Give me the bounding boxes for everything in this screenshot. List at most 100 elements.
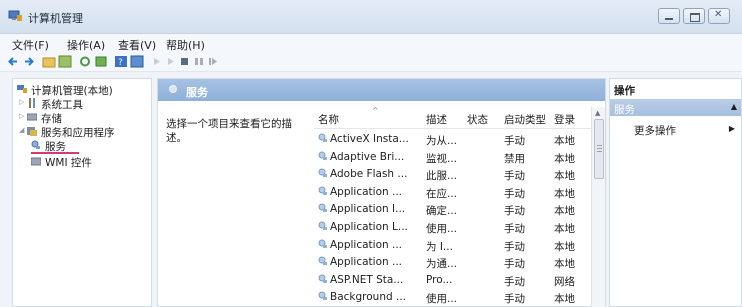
- actions-section-services[interactable]: 服务 ▲: [610, 99, 741, 116]
- service-description-cell: 使用...: [426, 293, 458, 306]
- menu-action[interactable]: 操作(A): [67, 37, 105, 53]
- table-row[interactable]: Background ... 使用... 手动 本地: [314, 288, 605, 305]
- service-name: Adobe Flash ...: [318, 168, 422, 180]
- actions-title: 操作: [614, 85, 635, 97]
- forward-icon[interactable]: [22, 55, 36, 68]
- menu-bar: 文件(F) 操作(A) 查看(V) 帮助(H): [0, 34, 742, 52]
- service-gear-icon: [318, 256, 327, 266]
- title-bar: 计算机管理: [0, 0, 742, 34]
- minimize-button[interactable]: [658, 8, 680, 24]
- service-name: Application ...: [318, 239, 422, 251]
- maximize-button[interactable]: [683, 8, 705, 24]
- service-description-cell: 为 I...: [426, 240, 453, 253]
- table-row[interactable]: Adobe Flash ... 此服... 手动 本地: [314, 165, 605, 182]
- collapse-up-icon[interactable]: ▲: [731, 102, 737, 111]
- column-header-description[interactable]: 描述: [426, 112, 447, 127]
- service-name: Application I...: [318, 203, 422, 215]
- table-header: 名称 ^ 描述 状态 启动类型 登录: [314, 106, 605, 129]
- actions-panel: 操作 服务 ▲ 更多操作 ▶: [609, 78, 742, 307]
- column-header-login[interactable]: 登录: [554, 112, 575, 127]
- service-login-cell: 本地: [554, 135, 575, 147]
- services-icon: [169, 85, 177, 93]
- service-name: Background ...: [318, 291, 422, 303]
- tree-item-label: 存储: [41, 113, 62, 125]
- tree-item-label: WMI 控件: [45, 157, 92, 169]
- help-icon[interactable]: ?: [114, 55, 128, 68]
- start-service-2-icon[interactable]: [164, 55, 178, 68]
- back-icon[interactable]: [6, 55, 20, 68]
- actions-section-label: 服务: [614, 104, 635, 116]
- tree-item-label: 计算机管理(本地): [31, 85, 113, 97]
- service-startup-type-cell: 禁用: [504, 152, 525, 165]
- table-row[interactable]: Application ... 为 I... 手动 本地: [314, 236, 605, 253]
- svg-text:?: ?: [118, 58, 123, 68]
- properties-icon[interactable]: [130, 55, 144, 68]
- service-description-cell: 此服...: [426, 170, 458, 183]
- menu-file[interactable]: 文件(F): [12, 37, 49, 53]
- services-table: 名称 ^ 描述 状态 启动类型 登录 ActiveX Insta... 为从...…: [314, 106, 605, 307]
- table-row[interactable]: Adaptive Bri... 监视... 禁用 本地: [314, 148, 605, 165]
- services-icon: [31, 140, 40, 149]
- table-row[interactable]: Application L... 使用... 手动 本地: [314, 218, 605, 235]
- service-description: 选择一个项目来查看它的描述。: [166, 118, 292, 144]
- service-description-cell: Pro...: [426, 273, 453, 286]
- show-hide-tree-icon[interactable]: [58, 55, 72, 68]
- services-panel-header: 服务: [158, 79, 605, 101]
- submenu-arrow-icon: ▶: [728, 124, 735, 133]
- service-gear-icon: [318, 186, 327, 195]
- up-folder-icon[interactable]: [42, 55, 56, 68]
- navigation-tree: 计算机管理(本地) ▷ 系统工具 ▷ 存储 ◢ 服务和应用程序 服务 WMI 控…: [12, 78, 152, 307]
- menu-help[interactable]: 帮助(H): [166, 37, 205, 53]
- table-row[interactable]: ASP.NET Sta... Pro... 手动 网络: [314, 271, 605, 288]
- service-gear-icon: [318, 133, 327, 142]
- service-login-cell: 本地: [554, 240, 575, 253]
- column-header-startup-type[interactable]: 启动类型: [504, 112, 546, 127]
- column-header-status[interactable]: 状态: [467, 112, 488, 127]
- services-panel-title: 服务: [186, 86, 208, 99]
- service-gear-icon: [318, 274, 327, 283]
- service-startup-type-cell: 手动: [504, 135, 525, 147]
- table-row[interactable]: Application ... 在应... 手动 本地: [314, 183, 605, 200]
- service-startup-type-cell: 手动: [504, 240, 525, 253]
- service-description-cell: 在应...: [426, 187, 458, 200]
- service-name: ActiveX Insta...: [318, 133, 422, 145]
- service-gear-icon: [318, 168, 327, 178]
- stop-service-icon[interactable]: [178, 55, 192, 68]
- expand-arrow-icon[interactable]: ▷: [19, 112, 27, 120]
- sort-ascending-icon: ^: [372, 106, 379, 115]
- start-service-icon[interactable]: [150, 55, 164, 68]
- close-button[interactable]: [708, 8, 730, 24]
- wmi-icon: [31, 157, 41, 166]
- services-apps-icon: [27, 127, 37, 136]
- column-header-name[interactable]: 名称: [318, 112, 339, 127]
- more-actions-item[interactable]: 更多操作: [634, 123, 676, 138]
- scrollbar-thumb[interactable]: [594, 119, 604, 179]
- service-login-cell: 本地: [554, 205, 575, 218]
- pause-service-icon[interactable]: [192, 55, 206, 68]
- table-row[interactable]: Application ... 为通... 手动 本地: [314, 253, 605, 270]
- service-startup-type-cell: 手动: [504, 275, 525, 288]
- service-startup-type-cell: 手动: [504, 205, 525, 218]
- restart-service-icon[interactable]: [206, 55, 220, 68]
- service-description-cell: 为通...: [426, 258, 458, 271]
- menu-view[interactable]: 查看(V): [118, 37, 156, 53]
- collapse-arrow-icon[interactable]: ◢: [19, 126, 27, 134]
- tree-item-label: 服务和应用程序: [41, 127, 115, 139]
- service-login-cell: 本地: [554, 293, 575, 306]
- service-description-cell: 确定...: [426, 205, 458, 218]
- service-startup-type-cell: 手动: [504, 187, 525, 200]
- table-row[interactable]: Application I... 确定... 手动 本地: [314, 200, 605, 217]
- expand-arrow-icon[interactable]: ▷: [19, 98, 27, 106]
- scroll-up-icon[interactable]: ▲: [595, 109, 600, 117]
- computer-management-icon: [17, 85, 27, 93]
- service-description-cell: 使用...: [426, 223, 458, 235]
- service-login-cell: 本地: [554, 152, 575, 165]
- storage-icon: [27, 113, 37, 121]
- service-gear-icon: [318, 151, 327, 160]
- table-row[interactable]: ActiveX Insta... 为从... 手动 本地: [314, 130, 605, 147]
- vertical-scrollbar[interactable]: ▲: [591, 107, 605, 307]
- service-name: ASP.NET Sta...: [318, 274, 422, 286]
- export-list-icon[interactable]: [94, 55, 108, 68]
- refresh-icon[interactable]: [78, 55, 92, 68]
- services-panel: 服务 选择一个项目来查看它的描述。 名称 ^ 描述 状态 启动类型 登录 Act…: [157, 78, 606, 307]
